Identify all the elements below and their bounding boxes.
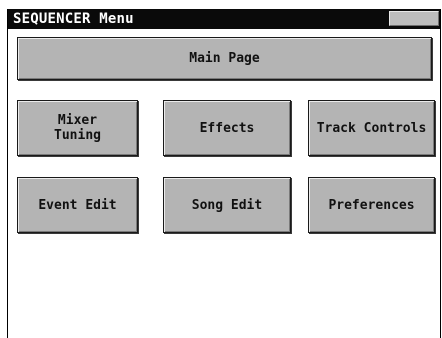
- song-edit-button-label: Song Edit: [191, 197, 263, 213]
- sequencer-menu-screen: SEQUENCER Menu Main Page Mixer Tuning Ef…: [7, 9, 441, 338]
- event-edit-button-label: Event Edit: [38, 197, 117, 213]
- mixer-tuning-button[interactable]: Mixer Tuning: [17, 100, 138, 156]
- effects-button[interactable]: Effects: [163, 100, 291, 156]
- title-bar: SEQUENCER Menu: [8, 9, 440, 29]
- main-page-button[interactable]: Main Page: [17, 37, 432, 80]
- mixer-tuning-button-label: Mixer Tuning: [54, 113, 101, 143]
- track-controls-button-label: Track Controls: [316, 120, 427, 136]
- event-edit-button[interactable]: Event Edit: [17, 177, 138, 233]
- page-title: SEQUENCER Menu: [13, 11, 134, 27]
- effects-button-label: Effects: [199, 120, 255, 136]
- track-controls-button[interactable]: Track Controls: [308, 100, 435, 156]
- preferences-button[interactable]: Preferences: [308, 177, 435, 233]
- song-edit-button[interactable]: Song Edit: [163, 177, 291, 233]
- main-page-button-label: Main Page: [189, 51, 260, 66]
- title-bar-indicator: [389, 11, 439, 26]
- preferences-button-label: Preferences: [328, 197, 415, 213]
